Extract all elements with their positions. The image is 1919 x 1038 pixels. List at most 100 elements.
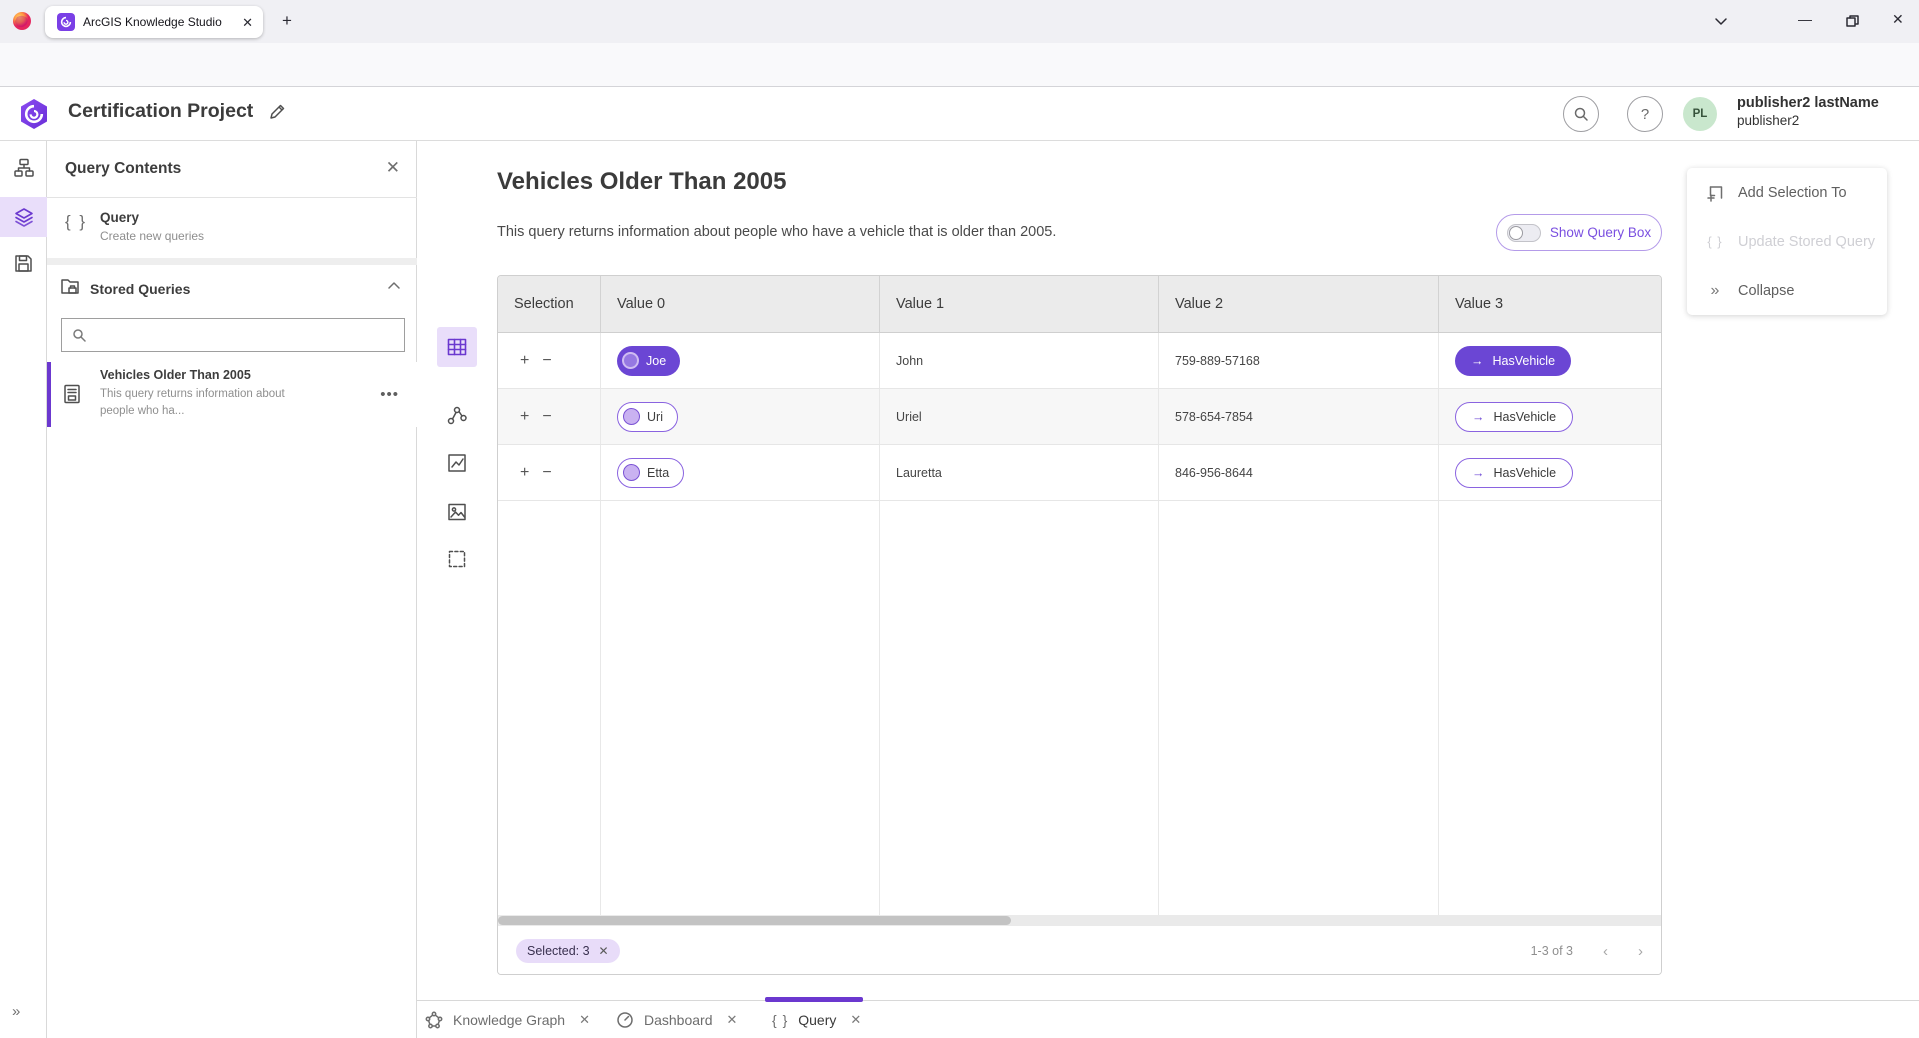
window-restore-icon[interactable]	[1845, 14, 1859, 28]
entity-dot-icon	[623, 464, 640, 481]
panel-title: Query Contents	[65, 160, 181, 178]
expand-rail-icon[interactable]: »	[12, 1003, 20, 1020]
stored-queries-icon	[60, 276, 82, 298]
item-options-icon[interactable]: •••	[380, 386, 399, 403]
show-query-box-toggle[interactable]: Show Query Box	[1496, 214, 1662, 251]
data-model-icon[interactable]	[0, 148, 47, 188]
search-button[interactable]	[1563, 96, 1599, 132]
save-icon[interactable]	[0, 243, 47, 283]
edit-pencil-icon[interactable]	[268, 103, 286, 121]
column-header-value3[interactable]: Value 3	[1438, 276, 1661, 332]
entity-pill[interactable]: Joe	[617, 346, 680, 376]
column-header-value0[interactable]: Value 0	[600, 276, 879, 332]
collapse-section-chevron-icon[interactable]	[387, 280, 401, 290]
map-image-icon[interactable]	[437, 492, 477, 532]
cell-value1[interactable]: Lauretta	[879, 445, 1158, 500]
tab-query[interactable]: { } Query ✕	[772, 1001, 861, 1038]
cell-value1[interactable]: John	[879, 333, 1158, 388]
clear-selection-icon[interactable]: ✕	[599, 944, 609, 958]
dashboard-gauge-icon	[616, 1011, 634, 1029]
scrollbar-thumb[interactable]	[498, 916, 1011, 925]
tab-close-icon[interactable]: ✕	[727, 1012, 738, 1028]
relationship-pill[interactable]: →HasVehicle	[1455, 346, 1571, 376]
selected-count-label: Selected: 3	[527, 944, 590, 958]
tab-close-icon[interactable]: ✕	[242, 16, 253, 29]
avatar[interactable]: PL	[1683, 97, 1717, 131]
menu-item-update-stored-query[interactable]: { } Update Stored Query	[1687, 217, 1887, 266]
new-tab-button[interactable]: +	[282, 12, 292, 29]
table-view-icon[interactable]	[437, 327, 477, 367]
column-header-value2[interactable]: Value 2	[1158, 276, 1438, 332]
firefox-icon[interactable]	[12, 11, 32, 31]
tab-close-icon[interactable]: ✕	[850, 1012, 861, 1028]
window-close-icon[interactable]: ✕	[1892, 12, 1904, 26]
column-header-selection[interactable]: Selection	[498, 276, 600, 332]
search-input[interactable]	[94, 328, 394, 343]
tab-close-icon[interactable]: ✕	[579, 1012, 590, 1028]
cell-value2[interactable]: 846-956-8644	[1158, 445, 1438, 500]
cell-value2[interactable]: 759-889-57168	[1158, 333, 1438, 388]
entity-pill[interactable]: Etta	[617, 458, 684, 488]
table-row[interactable]: +− Uri Uriel 578-654-7854 →HasVehicle	[498, 389, 1661, 445]
column-header-value1[interactable]: Value 1	[879, 276, 1158, 332]
selection-marquee-icon[interactable]	[437, 539, 477, 579]
tab-dashboard[interactable]: Dashboard ✕	[616, 1001, 737, 1038]
table-options-menu: Add Selection To { } Update Stored Query…	[1687, 168, 1887, 315]
add-to-selection-icon[interactable]: +	[520, 352, 529, 370]
table-row[interactable]: +− Etta Lauretta 846-956-8644 →HasVehicl…	[498, 445, 1661, 501]
previous-page-icon[interactable]: ‹	[1603, 943, 1608, 960]
relationship-pill[interactable]: →HasVehicle	[1455, 402, 1573, 432]
table-empty-area	[498, 501, 1661, 915]
table-row[interactable]: +− Joe John 759-889-57168 →HasVehicle	[498, 333, 1661, 389]
layers-icon[interactable]	[0, 197, 47, 237]
entity-dot-icon	[623, 408, 640, 425]
left-icon-rail: »	[0, 141, 47, 1038]
menu-item-label: Collapse	[1738, 283, 1794, 299]
remove-from-selection-icon[interactable]: −	[542, 464, 551, 482]
cell-value2[interactable]: 578-654-7854	[1158, 389, 1438, 444]
braces-icon: { }	[1705, 234, 1725, 249]
cell-value1[interactable]: Uriel	[879, 389, 1158, 444]
query-contents-panel: Query Contents ✕ { } Query Create new qu…	[47, 141, 417, 1038]
tab-title: ArcGIS Knowledge Studio	[83, 15, 234, 29]
panel-close-icon[interactable]: ✕	[386, 158, 400, 178]
stored-query-item[interactable]: Vehicles Older Than 2005 This query retu…	[47, 362, 417, 427]
link-chart-icon[interactable]	[437, 395, 477, 435]
remove-from-selection-icon[interactable]: −	[542, 352, 551, 370]
add-to-selection-icon[interactable]: +	[520, 464, 529, 482]
sidebar-item-query[interactable]: { } Query Create new queries	[47, 198, 417, 258]
stored-queries-header[interactable]: Stored Queries	[47, 265, 417, 315]
browser-tab-active[interactable]: ArcGIS Knowledge Studio ✕	[45, 6, 263, 38]
relationship-pill[interactable]: →HasVehicle	[1455, 458, 1573, 488]
menu-item-label: Update Stored Query	[1738, 234, 1875, 250]
chart-icon[interactable]	[437, 443, 477, 483]
selected-indicator	[47, 362, 51, 427]
show-query-box-label: Show Query Box	[1550, 225, 1651, 240]
query-item-title: Query	[100, 210, 139, 225]
collapse-chevrons-icon: »	[1705, 282, 1725, 300]
remove-from-selection-icon[interactable]: −	[542, 408, 551, 426]
horizontal-scrollbar[interactable]	[498, 915, 1661, 926]
menu-item-collapse[interactable]: » Collapse	[1687, 266, 1887, 315]
tab-label: Dashboard	[644, 1012, 713, 1028]
browser-tabstrip: ArcGIS Knowledge Studio ✕ + — ✕	[0, 0, 1919, 43]
query-item-subtitle: Create new queries	[100, 229, 204, 243]
search-icon	[72, 328, 86, 342]
selected-count-chip[interactable]: Selected: 3 ✕	[516, 939, 620, 963]
stored-queries-search[interactable]	[61, 318, 405, 352]
toggle-switch[interactable]	[1507, 224, 1541, 242]
braces-icon: { }	[65, 212, 87, 232]
entity-dot-icon	[622, 352, 639, 369]
project-title: Certification Project	[68, 100, 253, 123]
page-description: This query returns information about peo…	[497, 224, 1056, 240]
window-minimize-icon[interactable]: —	[1798, 12, 1812, 26]
menu-item-add-selection-to[interactable]: Add Selection To	[1687, 168, 1887, 217]
next-page-icon[interactable]: ›	[1638, 943, 1643, 960]
help-button[interactable]: ?	[1627, 96, 1663, 132]
add-selection-icon	[1705, 184, 1725, 202]
entity-pill[interactable]: Uri	[617, 402, 678, 432]
tab-label: Knowledge Graph	[453, 1012, 565, 1028]
list-tabs-chevron-icon[interactable]	[1714, 14, 1728, 28]
tab-knowledge-graph[interactable]: Knowledge Graph ✕	[425, 1001, 590, 1038]
add-to-selection-icon[interactable]: +	[520, 408, 529, 426]
